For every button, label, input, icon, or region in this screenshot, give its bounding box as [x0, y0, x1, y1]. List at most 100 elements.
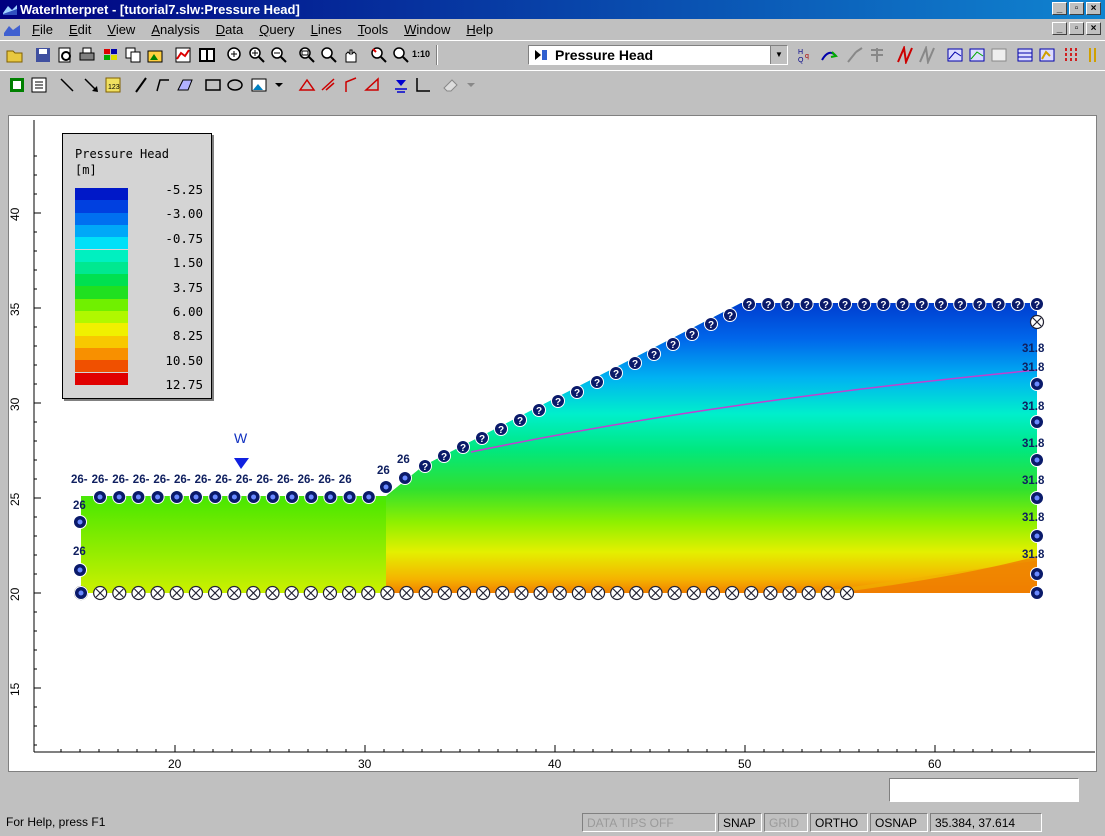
- flow-vectors-icon[interactable]: [820, 46, 838, 64]
- doc-close-button[interactable]: ×: [1086, 22, 1101, 35]
- query-line-icon[interactable]: [896, 46, 914, 64]
- polygon-icon[interactable]: [176, 76, 194, 94]
- svg-text:?: ?: [919, 300, 925, 311]
- contour-options-icon[interactable]: HQq: [796, 46, 814, 64]
- flow-net-icon[interactable]: [1062, 46, 1080, 64]
- zoom-in-icon[interactable]: [248, 46, 266, 64]
- legend-unit: [m]: [75, 163, 97, 177]
- svg-text:?: ?: [594, 378, 600, 389]
- report-icon[interactable]: [30, 76, 48, 94]
- data-type-select[interactable]: Pressure Head ▼: [528, 45, 788, 65]
- zoom-ratio-label[interactable]: 1:10: [412, 49, 430, 59]
- ellipse-icon[interactable]: [226, 76, 244, 94]
- graph-remove-icon[interactable]: [990, 46, 1008, 64]
- eraser-dropdown-icon[interactable]: [462, 76, 480, 94]
- unknown-bc-node: ?: [570, 385, 584, 399]
- doc-minimize-button[interactable]: _: [1052, 22, 1067, 35]
- data-tips-toggle[interactable]: DATA TIPS OFF: [582, 813, 716, 832]
- print-preview-icon[interactable]: [56, 46, 74, 64]
- eraser-icon[interactable]: [442, 76, 460, 94]
- pan-icon[interactable]: [342, 46, 360, 64]
- legend-swatch: [75, 237, 128, 250]
- triangle-icon[interactable]: [364, 76, 382, 94]
- menu-query[interactable]: Query: [251, 22, 302, 37]
- draw-arrow-icon[interactable]: [82, 76, 100, 94]
- ruler-icon[interactable]: 123: [104, 76, 122, 94]
- chart-export-icon[interactable]: [1038, 46, 1056, 64]
- save-icon[interactable]: [34, 46, 52, 64]
- print-icon[interactable]: [78, 46, 96, 64]
- zoom-extents-icon[interactable]: [370, 46, 388, 64]
- svg-text:?: ?: [555, 397, 561, 408]
- menu-help[interactable]: Help: [458, 22, 501, 37]
- menu-data[interactable]: Data: [208, 22, 251, 37]
- svg-text:?: ?: [823, 300, 829, 311]
- command-input[interactable]: [889, 778, 1079, 802]
- image-icon[interactable]: [250, 76, 268, 94]
- menu-window[interactable]: Window: [396, 22, 458, 37]
- zero-flux-node: [207, 585, 223, 601]
- query-points-icon[interactable]: [918, 46, 936, 64]
- head-bc-node: [1030, 529, 1044, 543]
- info-viewer-icon[interactable]: [8, 76, 26, 94]
- zoom-window-icon[interactable]: [298, 46, 316, 64]
- menu-view[interactable]: View: [99, 22, 143, 37]
- maximize-button[interactable]: ▫: [1069, 2, 1084, 15]
- graph-add-icon[interactable]: [968, 46, 986, 64]
- angle-icon[interactable]: [342, 76, 360, 94]
- zoom-out-icon[interactable]: [270, 46, 288, 64]
- model-canvas[interactable]: 20 30 40 50 60 40 35 30 25 20 15 W ???????????????…: [8, 115, 1097, 772]
- open-folder-icon[interactable]: [6, 46, 24, 64]
- flow-paths-icon[interactable]: [846, 46, 864, 64]
- svg-text:?: ?: [784, 300, 790, 311]
- info-icon[interactable]: [1086, 46, 1104, 64]
- polyline-icon[interactable]: [154, 76, 172, 94]
- close-button[interactable]: ×: [1086, 2, 1101, 15]
- slope-angle-icon[interactable]: [320, 76, 338, 94]
- document-icon[interactable]: [4, 22, 20, 36]
- head-label: 26-: [318, 474, 335, 486]
- dimension-icon[interactable]: [298, 76, 316, 94]
- svg-text:q: q: [805, 53, 809, 60]
- legend-title: Pressure Head: [75, 147, 169, 161]
- chart-icon[interactable]: [174, 46, 192, 64]
- minimize-button[interactable]: _: [1052, 2, 1067, 15]
- menu-lines[interactable]: Lines: [303, 22, 350, 37]
- menu-tools[interactable]: Tools: [350, 22, 396, 37]
- layout-icon[interactable]: [198, 46, 216, 64]
- doc-restore-button[interactable]: ▫: [1069, 22, 1084, 35]
- title-bar: WaterInterpret - [tutorial7.slw:Pressure…: [0, 0, 1105, 19]
- zero-flux-node: [648, 585, 663, 601]
- zero-flux-node: [686, 585, 701, 601]
- unknown-bc-node: ?: [857, 297, 872, 311]
- zoom-previous-icon[interactable]: [320, 46, 338, 64]
- data-table-icon[interactable]: [1016, 46, 1034, 64]
- axis-icon[interactable]: [414, 76, 432, 94]
- menu-analysis[interactable]: Analysis: [143, 22, 207, 37]
- unknown-bc-node: ?: [991, 297, 1006, 311]
- zoom-all-icon[interactable]: [226, 46, 244, 64]
- copy-icon[interactable]: [124, 46, 142, 64]
- menu-edit[interactable]: Edit: [61, 22, 99, 37]
- zero-flux-node: [188, 585, 203, 601]
- menu-file[interactable]: File: [24, 22, 61, 37]
- ortho-toggle[interactable]: ORTHO: [810, 813, 868, 832]
- zoom-scale-icon[interactable]: [392, 46, 410, 64]
- dropdown-arrow-icon[interactable]: ▼: [770, 46, 787, 64]
- image-dropdown-icon[interactable]: [270, 76, 288, 94]
- color-icon[interactable]: [102, 46, 120, 64]
- grid-toggle[interactable]: GRID: [764, 813, 808, 832]
- water-level-icon[interactable]: [392, 76, 410, 94]
- export-image-icon[interactable]: [146, 46, 164, 64]
- graph-icon[interactable]: [946, 46, 964, 64]
- pencil-icon[interactable]: [132, 76, 150, 94]
- snap-toggle[interactable]: SNAP: [718, 813, 762, 832]
- flow-lines-icon[interactable]: [868, 46, 886, 64]
- osnap-toggle[interactable]: OSNAP: [870, 813, 928, 832]
- draw-line-icon[interactable]: [58, 76, 76, 94]
- unknown-bc-node: ?: [609, 366, 623, 380]
- zero-flux-node: [380, 585, 395, 601]
- svg-text:?: ?: [727, 311, 733, 322]
- head-label: 26-: [195, 474, 212, 486]
- rectangle-icon[interactable]: [204, 76, 222, 94]
